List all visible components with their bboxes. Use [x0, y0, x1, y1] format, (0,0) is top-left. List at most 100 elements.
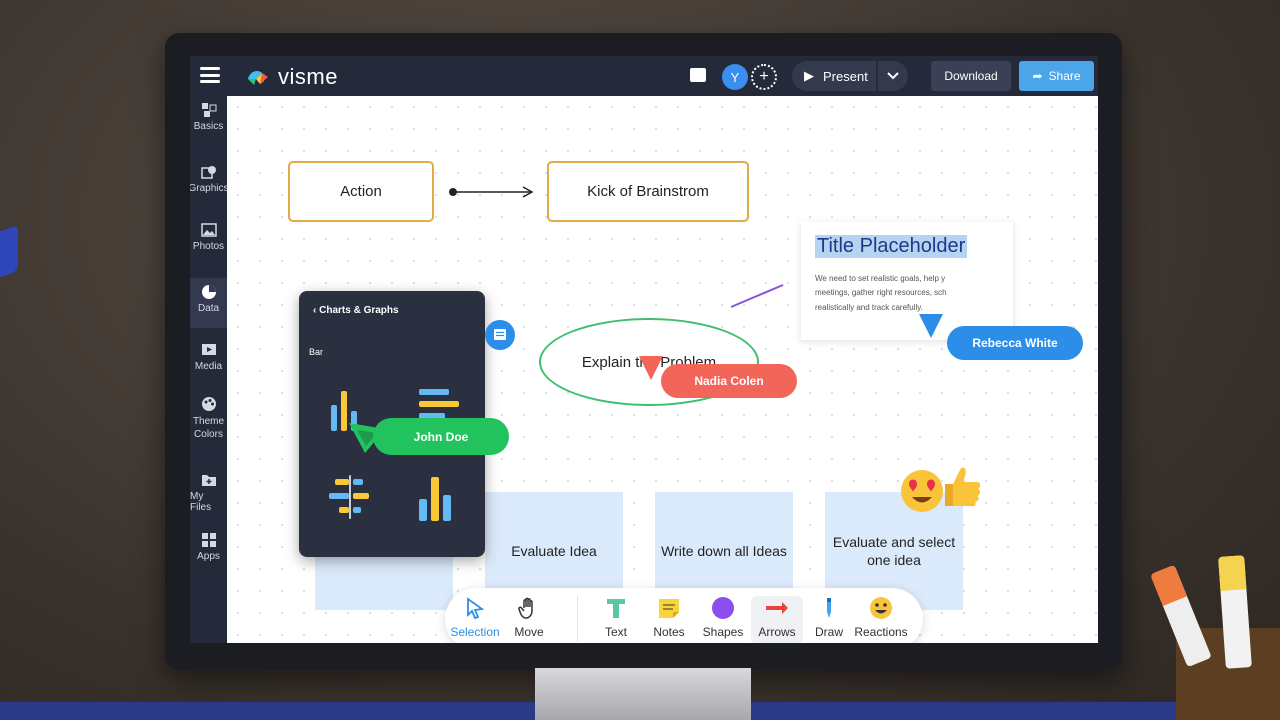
tool-arrows[interactable]: Arrows [751, 596, 803, 643]
share-icon: ➦ [1032, 69, 1043, 83]
panel-header[interactable]: ‹ Charts & Graphs [313, 305, 399, 316]
tool-text[interactable]: Text [590, 596, 642, 639]
user-avatar[interactable]: Y [722, 64, 748, 90]
arrow-icon [766, 602, 788, 614]
sidebar-item-theme-colors[interactable]: Theme Colors [190, 396, 227, 452]
media-icon [201, 344, 216, 355]
present-button[interactable]: ▶ Present [792, 61, 876, 91]
app-logo: visme [246, 64, 338, 90]
pen-icon [827, 598, 831, 618]
sidebar-item-apps[interactable]: Apps [190, 532, 227, 576]
cursor-icon [467, 597, 485, 620]
sidebar-item-photos[interactable]: Photos [190, 222, 227, 266]
whiteboard-canvas[interactable]: Action Kick of Brainstrom Explain the Pr… [227, 96, 1098, 643]
chart-axis [349, 475, 351, 519]
left-sidebar: Basics Graphics Photos Data Media Theme [190, 96, 229, 643]
cursor-rebecca-icon [919, 314, 943, 338]
comment-bubble-icon[interactable] [485, 320, 515, 350]
cursor-label-rebecca: Rebecca White [947, 326, 1083, 360]
palette-icon [201, 397, 216, 411]
bottom-toolbar: Selection Move Text Notes Shapes Arrows … [445, 588, 923, 643]
app-window: visme Y + ▶ Present Download ➦ Share Bas… [190, 56, 1098, 643]
chart-bar [419, 401, 459, 407]
tool-label: Selection [450, 625, 500, 639]
monitor: visme Y + ▶ Present Download ➦ Share Bas… [165, 33, 1122, 670]
3d-bar-chart-thumbnail[interactable] [415, 475, 465, 525]
kickoff-box[interactable]: Kick of Brainstrom [547, 161, 749, 222]
sidebar-item-label: Media [194, 361, 223, 372]
tool-selection[interactable]: Selection [449, 596, 501, 639]
text-icon [607, 599, 625, 618]
marker-orange [1150, 564, 1212, 668]
background-decoration [0, 224, 18, 282]
chart-bar [353, 479, 363, 485]
download-button[interactable]: Download [931, 61, 1011, 91]
circle-shape-icon [712, 597, 734, 619]
chevron-down-icon[interactable] [878, 61, 908, 91]
share-button[interactable]: ➦ Share [1019, 61, 1094, 91]
sidebar-item-label: Apps [197, 551, 220, 562]
present-label: Present [823, 68, 868, 84]
tool-label: Shapes [702, 625, 744, 639]
files-icon [201, 475, 216, 486]
monitor-stand [535, 668, 751, 720]
sidebar-item-label: Graphics [190, 183, 229, 194]
chart-bar [335, 479, 349, 485]
thumbs-up-emoji-icon [945, 467, 981, 507]
chart-bar [419, 389, 449, 395]
sidebar-item-data[interactable]: Data [190, 278, 227, 328]
heart-eyes-emoji-icon [901, 470, 943, 512]
photos-icon [200, 223, 217, 237]
hand-icon [518, 597, 533, 619]
sidebar-item-basics[interactable]: Basics [190, 102, 227, 146]
tool-draw[interactable]: Draw [803, 596, 855, 639]
tool-notes[interactable]: Notes [643, 596, 695, 639]
sticky-note-icon [659, 599, 679, 618]
tool-shapes[interactable]: Shapes [697, 596, 749, 639]
sidebar-item-label: Theme [192, 416, 225, 427]
tool-label: Notes [653, 625, 685, 639]
chart-bar [353, 493, 369, 499]
tool-label: Draw [814, 625, 843, 639]
basics-icon [201, 103, 216, 117]
smiley-icon [870, 597, 892, 619]
title-placeholder[interactable]: Title Placeholder [815, 235, 968, 258]
title-card-body[interactable]: We need to set realistic goals, help y m… [815, 272, 965, 315]
panel-section-label: Bar [309, 347, 324, 357]
title-text-card[interactable]: Title Placeholder We need to set realist… [801, 222, 1013, 340]
tool-label: Reactions [854, 625, 908, 639]
chart-bar [339, 507, 349, 513]
chart-bar [353, 507, 361, 513]
chart-bar [443, 495, 451, 521]
play-icon: ▶ [804, 68, 814, 83]
panel-title: Charts & Graphs [319, 305, 399, 316]
chart-bar [329, 493, 349, 499]
tool-label: Move [514, 625, 544, 639]
hamburger-menu-icon[interactable] [200, 67, 220, 83]
sidebar-item-label: Basics [193, 121, 224, 132]
action-box[interactable]: Action [288, 161, 434, 222]
chart-bar [331, 405, 337, 431]
connector-arrow[interactable] [447, 184, 537, 200]
graphics-icon [200, 166, 216, 179]
tool-label: Arrows [758, 625, 796, 639]
pointer-line [730, 284, 784, 308]
comments-icon[interactable] [690, 68, 706, 82]
add-collaborator-icon[interactable]: + [751, 64, 777, 90]
sidebar-item-label: Colors [194, 429, 223, 440]
sidebar-item-graphics[interactable]: Graphics [190, 164, 229, 208]
sidebar-item-label: Photos [192, 241, 225, 252]
data-icon [201, 285, 216, 299]
diverging-bar-chart-thumbnail[interactable] [327, 475, 377, 525]
sidebar-item-label: Data [197, 303, 220, 314]
top-bar: visme Y + ▶ Present Download ➦ Share [190, 56, 1098, 96]
tool-move[interactable]: Move [503, 596, 555, 639]
sidebar-item-label: My Files [190, 491, 212, 513]
chart-bar [431, 477, 439, 521]
toolbar-divider [577, 596, 578, 642]
visme-logo-icon [246, 67, 272, 87]
tool-reactions[interactable]: Reactions [854, 596, 908, 639]
cursor-label-john: John Doe [373, 418, 509, 455]
sidebar-item-my-files[interactable]: My Files [190, 472, 227, 516]
sidebar-item-media[interactable]: Media [190, 342, 227, 386]
